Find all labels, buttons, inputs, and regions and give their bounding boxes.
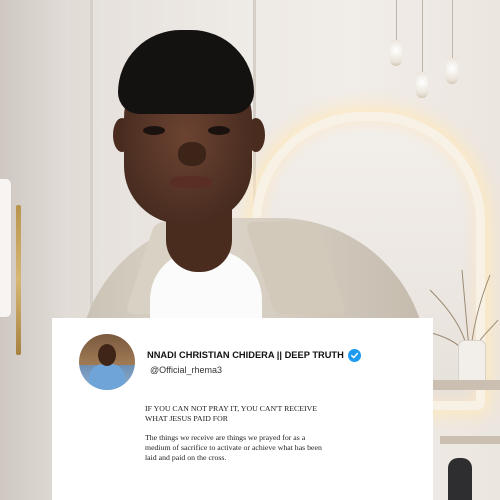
avatar[interactable]: [79, 334, 135, 390]
gold-trim: [16, 205, 21, 355]
pendant-wire: [452, 0, 453, 58]
post-body: IF YOU CAN NOT PRAY IT, YOU CAN'T RECEIV…: [145, 404, 323, 472]
pendant-wire: [422, 0, 423, 72]
mouth: [170, 176, 212, 188]
user-handle[interactable]: @Official_rhema3: [150, 365, 222, 375]
post-paragraph: The things we receive are things we pray…: [145, 432, 322, 462]
pendant-light: [446, 58, 458, 84]
name-row: NNADI CHRISTIAN CHIDERA || DEEP TRUTH: [147, 347, 361, 363]
avatar-head: [98, 344, 116, 366]
post-headline: IF YOU CAN NOT PRAY IT, YOU CAN'T RECEIV…: [145, 404, 318, 423]
pendant-wire: [396, 0, 397, 40]
avatar-body: [89, 364, 125, 390]
post-card: NNADI CHRISTIAN CHIDERA || DEEP TRUTH @O…: [52, 318, 433, 500]
eye: [143, 126, 165, 135]
door-handle: [0, 178, 12, 318]
nose: [178, 142, 206, 166]
dark-object: [448, 458, 472, 500]
vase: [458, 340, 486, 384]
eye: [208, 126, 230, 135]
checkmark-icon: [350, 352, 358, 358]
shelf: [430, 380, 500, 390]
pendant-light: [416, 72, 428, 98]
pendant-light: [390, 40, 402, 66]
verified-badge-icon: [347, 348, 361, 362]
shelf: [440, 436, 500, 444]
display-name[interactable]: NNADI CHRISTIAN CHIDERA || DEEP TRUTH: [147, 350, 344, 360]
